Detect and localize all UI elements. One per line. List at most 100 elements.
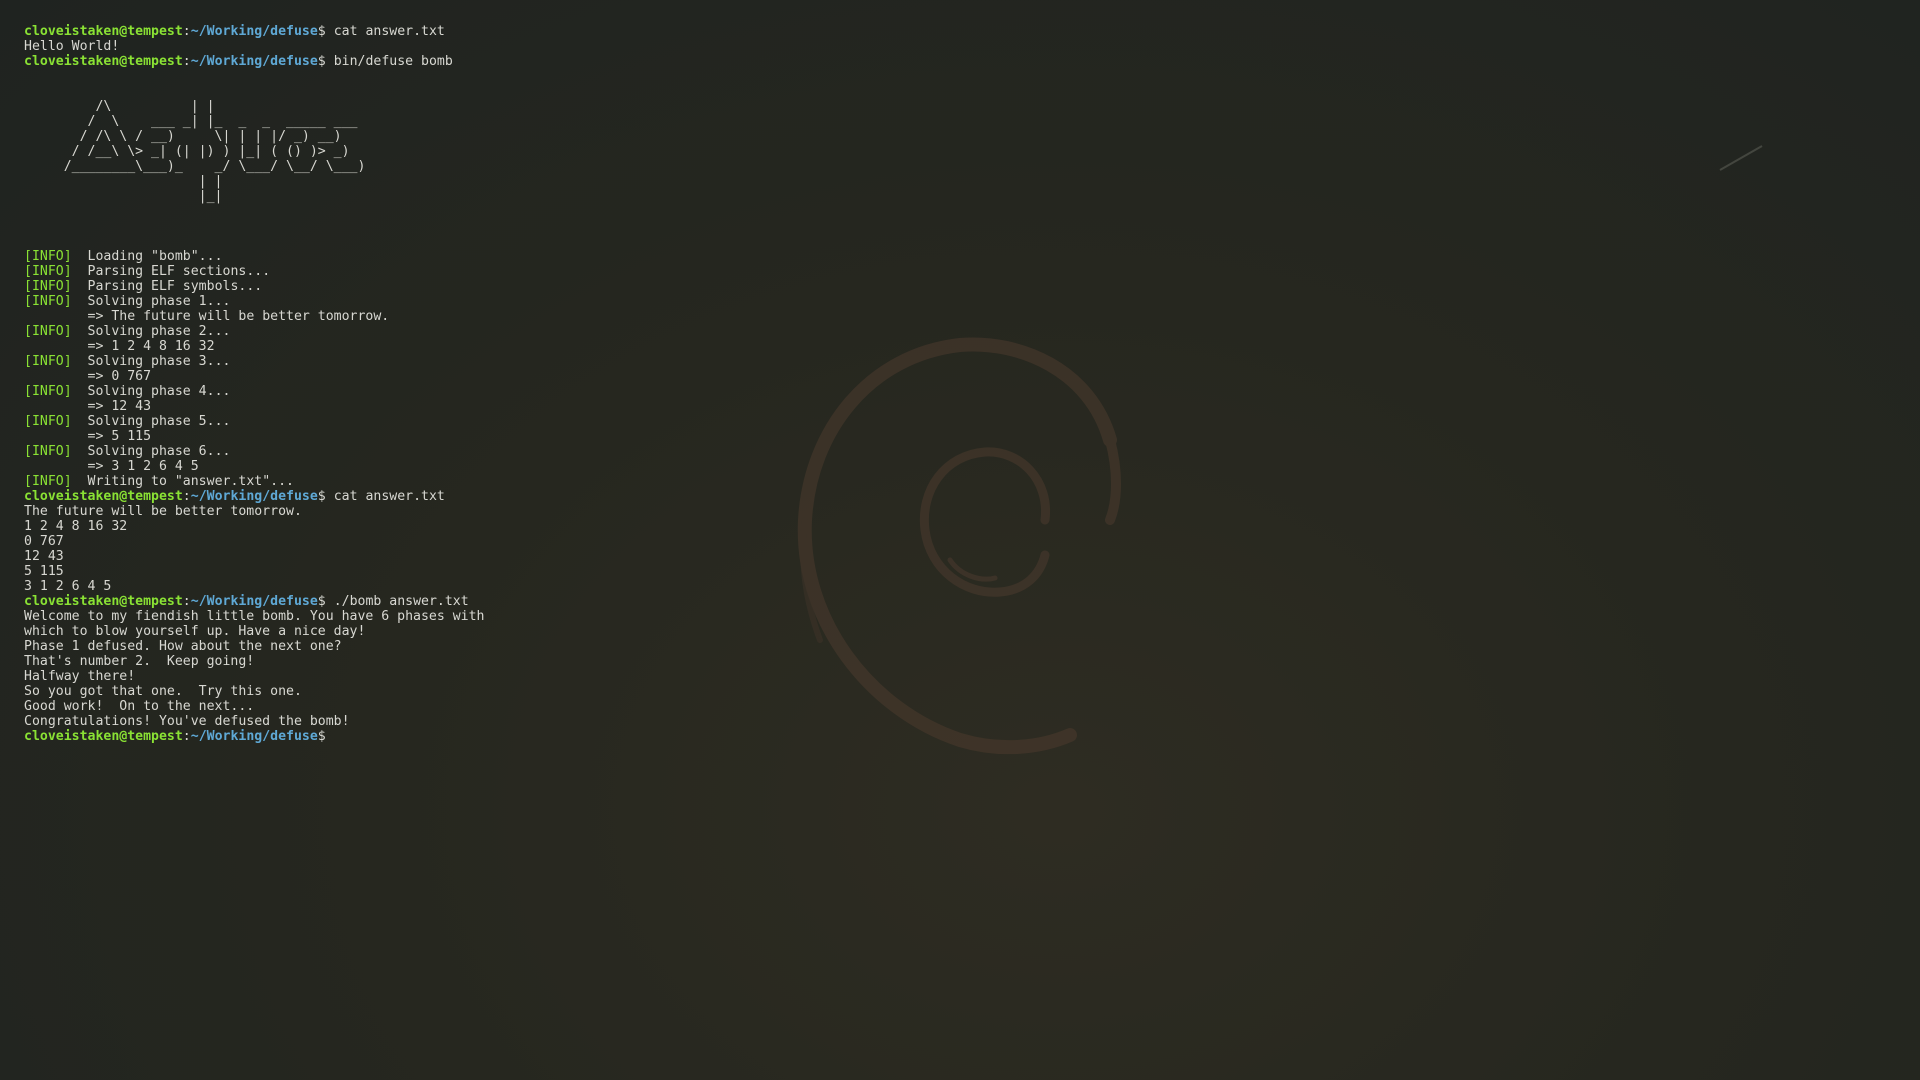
log-result: => 3 1 2 6 4 5 xyxy=(24,459,1884,474)
prompt-colon: : xyxy=(182,24,191,39)
prompt-user-host: cloveistaken@tempest xyxy=(24,729,183,744)
prompt-cwd: ~/Working/defuse xyxy=(190,54,318,69)
prompt-symbol: $ xyxy=(317,594,326,609)
command-text: cat answer.txt xyxy=(333,24,445,39)
phase-answer: => 3 1 2 6 4 5 xyxy=(87,459,199,474)
log-tag: [INFO] xyxy=(24,354,72,369)
log-message: Loading "bomb"... xyxy=(87,249,223,264)
command-text: bin/defuse bomb xyxy=(333,54,453,69)
prompt-colon: : xyxy=(182,54,191,69)
log-tag: [INFO] xyxy=(24,444,72,459)
log-line: [INFO] Solving phase 3... xyxy=(24,354,1884,369)
log-message: Solving phase 6... xyxy=(87,444,231,459)
log-result: => 0 767 xyxy=(24,369,1884,384)
output-line: Halfway there! xyxy=(24,669,136,684)
banner-line: /\ | | xyxy=(24,99,215,114)
log-tag: [INFO] xyxy=(24,264,72,279)
prompt-cwd: ~/Working/defuse xyxy=(190,489,318,504)
log-line: [INFO] Parsing ELF sections... xyxy=(24,264,1884,279)
banner-line: | | xyxy=(24,174,223,189)
log-line: [INFO] Solving phase 2... xyxy=(24,324,1884,339)
prompt-user-host: cloveistaken@tempest xyxy=(24,489,183,504)
prompt-line: cloveistaken@tempest:~/Working/defuse$ .… xyxy=(24,594,1884,609)
log-line: [INFO] Loading "bomb"... xyxy=(24,249,1884,264)
log-tag: [INFO] xyxy=(24,474,72,489)
banner-line: /________\___)_ _/ \___/ \__/ \___) xyxy=(24,159,366,174)
log-line: [INFO] Solving phase 1... xyxy=(24,294,1884,309)
phase-answer: => 0 767 xyxy=(87,369,152,384)
phase-answer: => The future will be better tomorrow. xyxy=(87,309,390,324)
output-line: 0 767 xyxy=(24,534,64,549)
banner-line: / /\ \ / __) \| | | |/ _) __) xyxy=(24,129,342,144)
output-line: Good work! On to the next... xyxy=(24,699,255,714)
output-line: Welcome to my fiendish little bomb. You … xyxy=(24,609,485,624)
output-line: 1 2 4 8 16 32 xyxy=(24,519,128,534)
log-line: [INFO] Parsing ELF symbols... xyxy=(24,279,1884,294)
log-result: => 12 43 xyxy=(24,399,1884,414)
log-line: [INFO] Solving phase 6... xyxy=(24,444,1884,459)
prompt-line: cloveistaken@tempest:~/Working/defuse$ b… xyxy=(24,54,1884,69)
log-message: Solving phase 1... xyxy=(87,294,231,309)
ascii-banner: /\ | | / \ ___ _| |_ _ _ _____ ___ / /\ … xyxy=(24,99,1884,204)
log-message: Parsing ELF sections... xyxy=(87,264,271,279)
output-line: which to blow yourself up. Have a nice d… xyxy=(24,624,366,639)
command-text: cat answer.txt xyxy=(333,489,445,504)
prompt-cwd: ~/Working/defuse xyxy=(190,24,318,39)
output-line: 3 1 2 6 4 5 xyxy=(24,579,112,594)
prompt-user-host: cloveistaken@tempest xyxy=(24,594,183,609)
output-line: That's number 2. Keep going! xyxy=(24,654,255,669)
log-message: Solving phase 2... xyxy=(87,324,231,339)
log-result: => 5 115 xyxy=(24,429,1884,444)
log-line: [INFO] Solving phase 4... xyxy=(24,384,1884,399)
output-line: 5 115 xyxy=(24,564,64,579)
log-tag: [INFO] xyxy=(24,324,72,339)
prompt-user-host: cloveistaken@tempest xyxy=(24,54,183,69)
prompt-symbol: $ xyxy=(317,54,326,69)
output-line: Congratulations! You've defused the bomb… xyxy=(24,714,350,729)
phase-answer: => 12 43 xyxy=(87,399,152,414)
prompt-cwd: ~/Working/defuse xyxy=(190,594,318,609)
prompt-symbol: $ xyxy=(317,24,326,39)
prompt-colon: : xyxy=(182,594,191,609)
log-result: => The future will be better tomorrow. xyxy=(24,309,1884,324)
log-tag: [INFO] xyxy=(24,384,72,399)
prompt-colon: : xyxy=(182,729,191,744)
output-line: Phase 1 defused. How about the next one? xyxy=(24,639,342,654)
prompt-line: cloveistaken@tempest:~/Working/defuse$ c… xyxy=(24,489,1884,504)
log-result: => 1 2 4 8 16 32 xyxy=(24,339,1884,354)
prompt-user-host: cloveistaken@tempest xyxy=(24,24,183,39)
output-line: So you got that one. Try this one. xyxy=(24,684,302,699)
output-line: 12 43 xyxy=(24,549,64,564)
log-message: Parsing ELF symbols... xyxy=(87,279,263,294)
prompt-symbol: $ xyxy=(317,729,326,744)
prompt-symbol: $ xyxy=(317,489,326,504)
phase-answer: => 5 115 xyxy=(87,429,152,444)
phase-answer: => 1 2 4 8 16 32 xyxy=(87,339,215,354)
log-message: Solving phase 5... xyxy=(87,414,231,429)
active-prompt-line[interactable]: cloveistaken@tempest:~/Working/defuse$ xyxy=(24,729,1884,744)
banner-line: / \ ___ _| |_ _ _ _____ ___ xyxy=(24,114,358,129)
log-line: [INFO] Writing to "answer.txt"... xyxy=(24,474,1884,489)
log-tag: [INFO] xyxy=(24,249,72,264)
prompt-colon: : xyxy=(182,489,191,504)
log-tag: [INFO] xyxy=(24,294,72,309)
log-line: [INFO] Solving phase 5... xyxy=(24,414,1884,429)
log-message: Writing to "answer.txt"... xyxy=(87,474,294,489)
output-line: The future will be better tomorrow. xyxy=(24,504,302,519)
prompt-line: cloveistaken@tempest:~/Working/defuse$ c… xyxy=(24,24,1884,39)
command-text: ./bomb answer.txt xyxy=(333,594,469,609)
banner-line: |_| xyxy=(24,189,223,204)
terminal-window[interactable]: cloveistaken@tempest:~/Working/defuse$ c… xyxy=(24,24,1884,1054)
output-line: Hello World! xyxy=(24,39,120,54)
log-message: Solving phase 4... xyxy=(87,384,231,399)
prompt-cwd: ~/Working/defuse xyxy=(190,729,318,744)
solver-log: [INFO] Loading "bomb"... [INFO] Parsing … xyxy=(24,249,1884,489)
banner-line: / /__\ \> _| (| |) ) |_| ( () )> _) xyxy=(24,144,350,159)
log-tag: [INFO] xyxy=(24,414,72,429)
log-tag: [INFO] xyxy=(24,279,72,294)
